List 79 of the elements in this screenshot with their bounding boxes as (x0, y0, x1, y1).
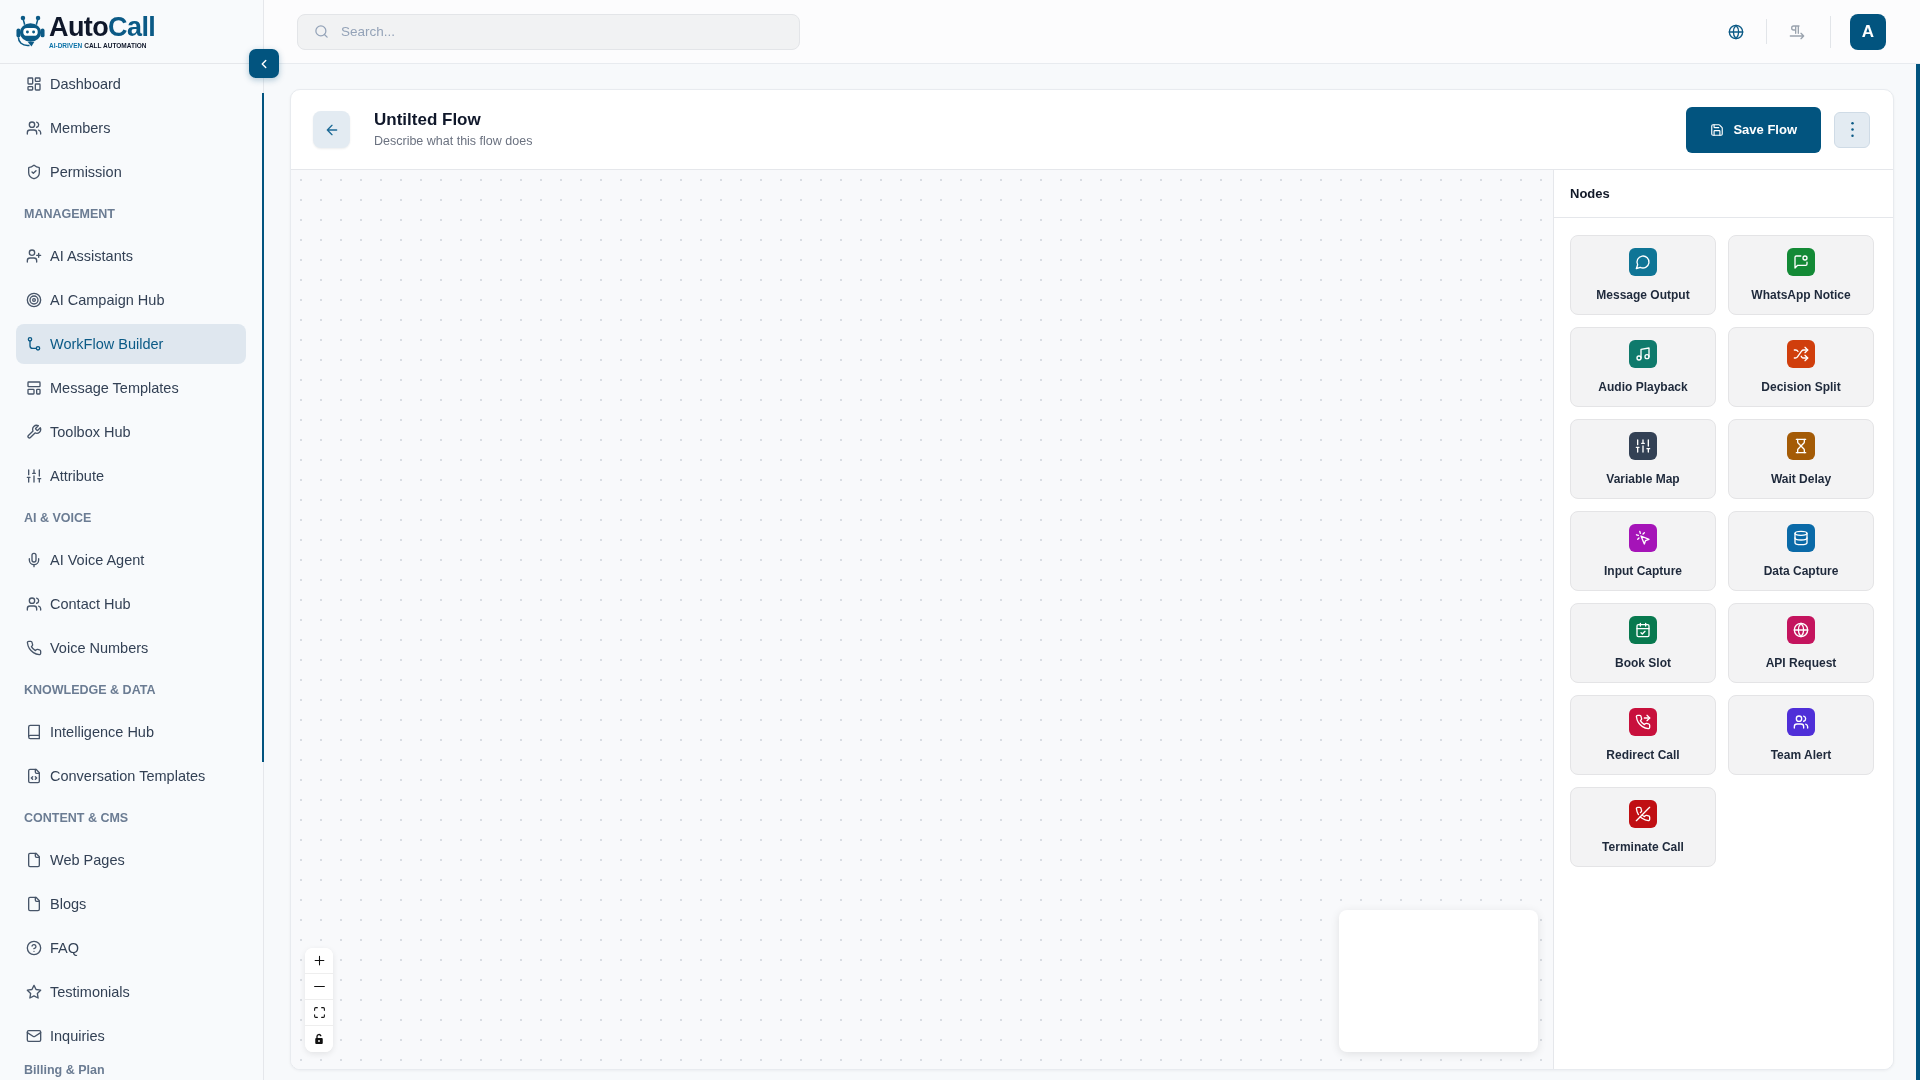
save-flow-button[interactable]: Save Flow (1686, 106, 1821, 153)
nav-item[interactable]: Blogs (16, 884, 246, 924)
nav-item[interactable]: Voice Numbers (16, 628, 246, 668)
file-icon (26, 896, 42, 912)
node-card[interactable]: Book Slot (1570, 603, 1716, 683)
pilcrow-arrow-icon (1789, 23, 1805, 40)
book-icon (26, 724, 42, 740)
fit-view-button[interactable] (305, 1000, 333, 1026)
nav-item[interactable]: Toolbox Hub (16, 412, 246, 452)
panel-title: Nodes (1570, 186, 1610, 201)
file-icon (26, 852, 42, 868)
node-card[interactable]: Wait Delay (1728, 419, 1874, 499)
section-heading: CONTENT & CMS (24, 810, 129, 826)
mail-icon (26, 1028, 42, 1044)
star-icon (26, 984, 42, 1000)
phone-icon (26, 640, 42, 656)
lock-button[interactable] (305, 1026, 333, 1052)
search-icon (314, 24, 329, 39)
route-icon (26, 336, 42, 352)
node-card[interactable]: Decision Split (1728, 327, 1874, 407)
node-card[interactable]: Team Alert (1728, 695, 1874, 775)
node-card[interactable]: Terminate Call (1570, 787, 1716, 867)
back-button[interactable] (313, 111, 350, 148)
node-card[interactable]: WhatsApp Notice (1728, 235, 1874, 315)
nav-item[interactable]: Attribute (16, 456, 246, 496)
users-icon (26, 120, 42, 136)
section-heading: Billing & Plan (24, 1063, 105, 1078)
robot-headset-icon (15, 14, 46, 49)
nav-item[interactable]: Web Pages (16, 840, 246, 880)
layout-grid-icon (26, 76, 42, 92)
nav-item[interactable]: Testimonials (16, 972, 246, 1012)
fullscreen-icon (312, 1006, 326, 1019)
flow-description: Describe what this flow does (374, 134, 533, 149)
code-file-icon (26, 768, 42, 784)
node-card[interactable]: Message Output (1570, 235, 1716, 315)
flow-title: Untilted Flow (374, 110, 482, 130)
user-plus-icon (26, 248, 42, 264)
nav-item[interactable]: Contact Hub (16, 584, 246, 624)
shield-check-icon (26, 164, 42, 180)
zoom-in-button[interactable] (305, 948, 333, 974)
section-heading: AI & VOICE (24, 510, 92, 526)
nav-item[interactable]: Intelligence Hub (16, 712, 246, 752)
nav-item[interactable]: AI Assistants (16, 236, 246, 276)
wrench-icon (26, 424, 42, 440)
node-card[interactable]: Redirect Call (1570, 695, 1716, 775)
node-card[interactable]: Variable Map (1570, 419, 1716, 499)
nav-item[interactable]: Message Templates (16, 368, 246, 408)
nav-item[interactable]: Conversation Templates (16, 756, 246, 796)
section-heading: KNOWLEDGE & DATA (24, 682, 156, 698)
collapse-sidebar-button[interactable] (249, 49, 279, 78)
nav-item[interactable]: FAQ (16, 928, 246, 968)
microphone-icon (26, 552, 42, 568)
sliders-icon (26, 468, 42, 484)
users-icon (26, 596, 42, 612)
nav-item[interactable]: AI Campaign Hub (16, 280, 246, 320)
nav-item[interactable]: Inquiries (16, 1016, 246, 1056)
section-heading: MANAGEMENT (24, 206, 115, 222)
plus-icon (312, 954, 326, 967)
nav-item[interactable]: AI Voice Agent (16, 540, 246, 580)
scrollbar-thumb[interactable] (1916, 64, 1920, 1080)
target-icon (26, 292, 42, 308)
save-icon (1710, 122, 1725, 137)
node-card[interactable]: API Request (1728, 603, 1874, 683)
question-circle-icon (26, 940, 42, 956)
nav-item[interactable]: Dashboard (16, 64, 246, 104)
node-card[interactable]: Data Capture (1728, 511, 1874, 591)
nav-item[interactable]: Permission (16, 152, 246, 192)
node-card[interactable]: Input Capture (1570, 511, 1716, 591)
globe-icon (1728, 23, 1744, 40)
open-padlock-icon (313, 1033, 325, 1045)
vertical-dots-icon (1850, 122, 1854, 137)
layout-icon (26, 380, 42, 396)
search-field[interactable]: Search... (297, 13, 800, 50)
nav-item[interactable]: Members (16, 108, 246, 148)
brand-wordmark: AutoCall (49, 13, 156, 41)
user-avatar[interactable]: A (1850, 13, 1886, 50)
nav-item[interactable]: WorkFlow Builder (16, 324, 246, 364)
node-card[interactable]: Audio Playback (1570, 327, 1716, 407)
scrollbar-thumb[interactable] (262, 93, 264, 762)
